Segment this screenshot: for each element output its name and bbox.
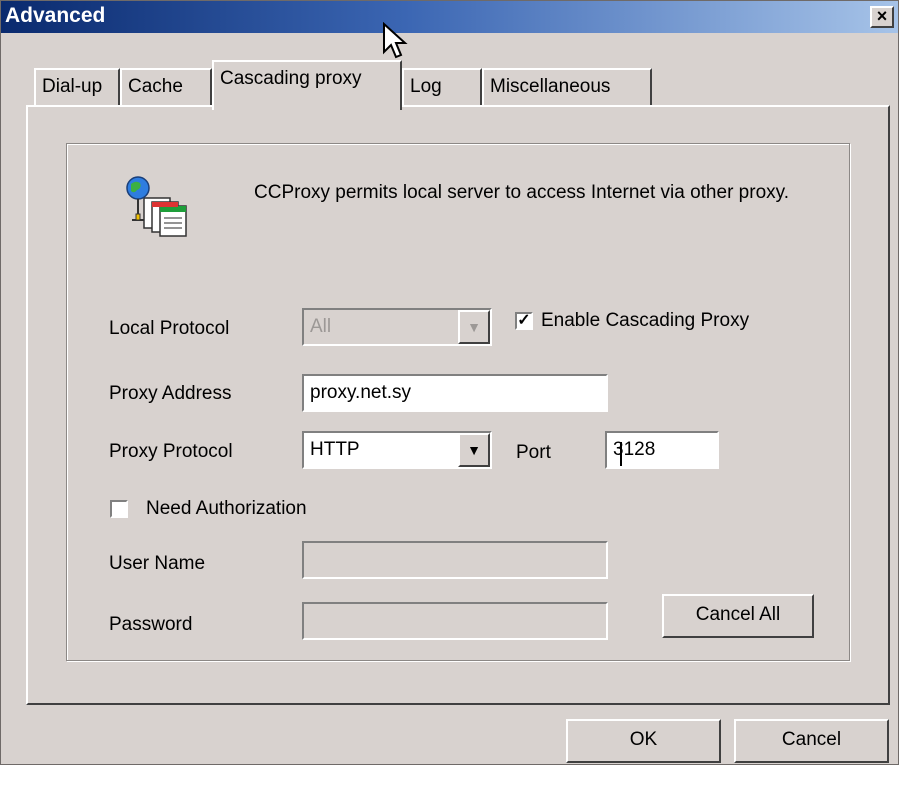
proxy-protocol-label: Proxy Protocol — [109, 441, 233, 462]
proxy-address-value: proxy.net.sy — [310, 382, 412, 403]
mouse-cursor-icon — [383, 22, 408, 59]
local-protocol-value: All — [310, 316, 332, 337]
text-caret — [620, 442, 622, 466]
tab-log[interactable]: Log — [402, 68, 482, 106]
window-title: Advanced — [5, 4, 106, 27]
proxy-address-input[interactable]: proxy.net.sy — [302, 374, 608, 412]
proxy-protocol-value: HTTP — [310, 439, 360, 460]
chevron-down-icon[interactable]: ▼ — [458, 433, 490, 467]
cancel-all-button[interactable]: Cancel All — [662, 594, 814, 638]
proxy-address-label: Proxy Address — [109, 383, 232, 404]
ok-button[interactable]: OK — [566, 719, 721, 763]
tab-cache[interactable]: Cache — [120, 68, 212, 106]
need-authorization-label: Need Authorization — [146, 498, 307, 519]
need-authorization-checkbox[interactable] — [110, 500, 128, 518]
network-proxy-icon — [126, 176, 187, 237]
close-button[interactable]: × — [870, 6, 894, 28]
tab-dial-up[interactable]: Dial-up — [34, 68, 120, 106]
user-name-input[interactable] — [302, 541, 608, 579]
enable-cascading-checkbox[interactable]: ✓ — [515, 312, 533, 330]
local-protocol-select[interactable]: All ▼ — [302, 308, 492, 346]
port-input[interactable]: 3128 — [605, 431, 719, 469]
password-input[interactable] — [302, 602, 608, 640]
title-bar[interactable]: Advanced × — [1, 1, 898, 33]
enable-cascading-label: Enable Cascading Proxy — [541, 310, 750, 331]
tab-miscellaneous[interactable]: Miscellaneous — [482, 68, 652, 106]
password-label: Password — [109, 614, 193, 635]
cancel-button[interactable]: Cancel — [734, 719, 889, 763]
local-protocol-label: Local Protocol — [109, 318, 230, 339]
tab-cascading-proxy[interactable]: Cascading proxy — [212, 60, 402, 110]
proxy-protocol-select[interactable]: HTTP ▼ — [302, 431, 492, 469]
chevron-down-icon[interactable]: ▼ — [458, 310, 490, 344]
port-label: Port — [516, 442, 551, 463]
description-text: CCProxy permits local server to access I… — [254, 182, 790, 203]
user-name-label: User Name — [109, 553, 206, 574]
